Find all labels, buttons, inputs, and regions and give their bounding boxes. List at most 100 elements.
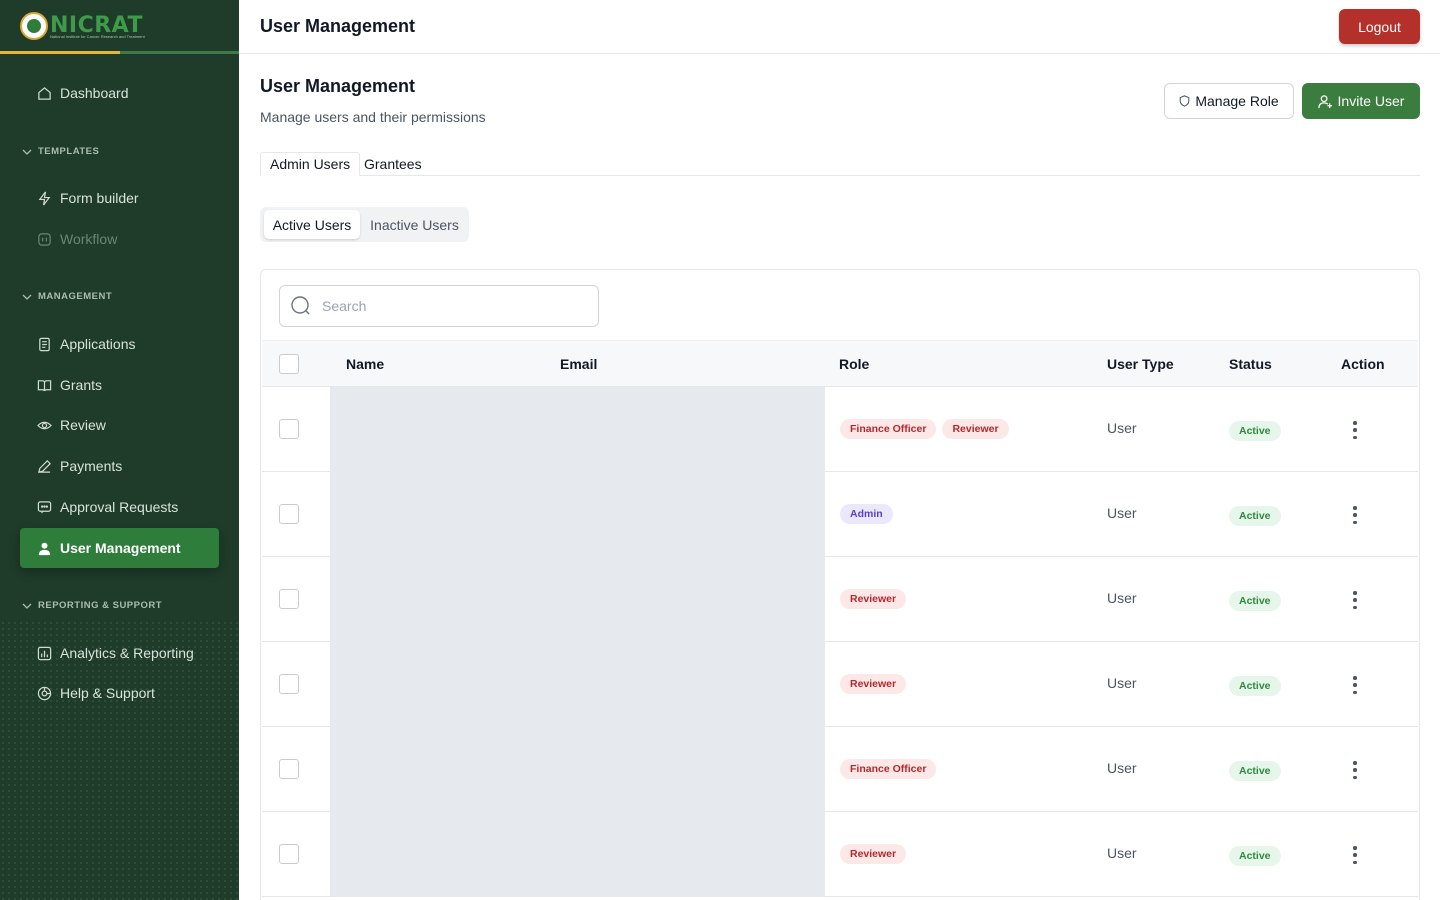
role-badge: Reviewer — [942, 419, 1009, 439]
user-icon — [36, 540, 52, 556]
page-subtitle: Manage users and their permissions — [260, 109, 486, 125]
status-badge: Active — [1229, 846, 1281, 866]
status-badge: Active — [1229, 591, 1281, 611]
status-badge: Active — [1229, 421, 1281, 441]
status-badge: Active — [1229, 676, 1281, 696]
row-actions-menu-icon[interactable] — [1347, 759, 1363, 781]
segment-active-users[interactable]: Active Users — [264, 210, 360, 239]
help-icon — [36, 685, 52, 701]
chevron-down-icon — [22, 149, 32, 155]
section-reporting[interactable]: REPORTING & SUPPORT — [22, 600, 162, 611]
role-badges: Reviewer — [840, 674, 907, 694]
table-row: Reviewer User Active — [262, 812, 1418, 897]
role-badge: Reviewer — [840, 589, 907, 609]
table-row: Reviewer User Active — [262, 642, 1418, 727]
tab-grantees[interactable]: Grantees — [355, 152, 431, 176]
search-input[interactable] — [322, 298, 582, 314]
sidebar-item-form-builder[interactable]: Form builder — [20, 178, 219, 218]
sidebar-item-workflow[interactable]: Workflow — [20, 219, 219, 259]
sidebar-item-payments[interactable]: Payments — [20, 446, 219, 486]
table-row: Admin User Active — [262, 472, 1418, 557]
status-badge: Active — [1229, 761, 1281, 781]
row-actions-menu-icon[interactable] — [1347, 674, 1363, 696]
sidebar-item-approval-requests[interactable]: Approval Requests — [20, 487, 219, 527]
column-status: Status — [1229, 356, 1272, 372]
redacted-name-email — [331, 557, 825, 642]
row-checkbox[interactable] — [279, 759, 299, 779]
row-checkbox-cell — [262, 472, 331, 557]
sidebar-item-label: Payments — [60, 458, 123, 474]
row-actions-menu-icon[interactable] — [1347, 844, 1363, 866]
user-type: User — [1107, 590, 1137, 606]
sidebar-item-review[interactable]: Review — [20, 405, 219, 445]
sidebar-item-label: Form builder — [60, 190, 139, 206]
row-checkbox-cell — [262, 557, 331, 642]
status-segmented-control: Active Users Inactive Users — [260, 207, 469, 242]
topbar-title: User Management — [260, 16, 416, 36]
role-badge: Admin — [840, 504, 893, 524]
row-checkbox[interactable] — [279, 589, 299, 609]
role-badges: Reviewer — [840, 844, 907, 864]
row-checkbox-cell — [262, 812, 331, 897]
sidebar-item-applications[interactable]: Applications — [20, 324, 219, 364]
role-badges: Finance Officer — [840, 759, 937, 779]
logo-emblem-icon — [20, 12, 48, 40]
tab-admin-users[interactable]: Admin Users — [260, 152, 361, 176]
section-templates[interactable]: TEMPLATES — [22, 146, 99, 157]
invite-user-button[interactable]: Invite User — [1302, 83, 1420, 119]
topbar: User Management Logout — [239, 0, 1440, 54]
column-role: Role — [839, 356, 870, 372]
table-row: Reviewer User Active — [262, 557, 1418, 642]
row-checkbox[interactable] — [279, 844, 299, 864]
manage-role-button[interactable]: Manage Role — [1164, 83, 1294, 119]
row-checkbox-cell — [262, 727, 331, 812]
logo[interactable]: NICRAT National Institute for Cancer Res… — [0, 0, 239, 54]
pen-icon — [36, 458, 52, 474]
row-actions-menu-icon[interactable] — [1347, 589, 1363, 611]
row-checkbox[interactable] — [279, 504, 299, 524]
chevron-down-icon — [22, 294, 32, 300]
redacted-name-email — [331, 812, 825, 897]
user-tabs: Admin Users Grantees — [260, 152, 1420, 176]
select-all-checkbox[interactable] — [279, 354, 299, 374]
sidebar-item-label: Approval Requests — [60, 499, 179, 515]
manage-role-label: Manage Role — [1195, 93, 1279, 109]
redacted-name-email — [331, 387, 825, 472]
table-row: Finance Officer Reviewer User Active — [262, 387, 1418, 472]
sidebar-item-label: Help & Support — [60, 685, 155, 701]
sidebar-item-grants[interactable]: Grants — [20, 365, 219, 405]
sidebar-item-analytics[interactable]: Analytics & Reporting — [20, 633, 219, 673]
role-badges: Reviewer — [840, 589, 907, 609]
sidebar-item-label: Dashboard — [60, 85, 129, 101]
logout-button[interactable]: Logout — [1339, 9, 1420, 44]
home-icon — [36, 85, 52, 101]
row-actions-menu-icon[interactable] — [1347, 419, 1363, 441]
role-badge: Finance Officer — [840, 419, 937, 439]
column-user-type: User Type — [1107, 356, 1174, 372]
search-box[interactable] — [279, 285, 599, 327]
users-table-card: Name Email Role User Type Status Action … — [260, 269, 1420, 900]
search-icon — [291, 296, 310, 315]
user-type: User — [1107, 845, 1137, 861]
user-type: User — [1107, 760, 1137, 776]
row-actions-menu-icon[interactable] — [1347, 504, 1363, 526]
workflow-icon — [36, 231, 52, 247]
role-badges: Admin — [840, 504, 893, 524]
sidebar-item-label: User Management — [60, 540, 181, 556]
sidebar-item-help-support[interactable]: Help & Support — [20, 673, 219, 713]
chart-icon — [36, 645, 52, 661]
section-label: REPORTING & SUPPORT — [38, 600, 163, 611]
sidebar-item-dashboard[interactable]: Dashboard — [20, 73, 219, 113]
section-management[interactable]: MANAGEMENT — [22, 291, 112, 302]
row-checkbox[interactable] — [279, 674, 299, 694]
sidebar-item-label: Grants — [60, 377, 103, 393]
column-action: Action — [1341, 356, 1385, 372]
row-checkbox[interactable] — [279, 419, 299, 439]
sidebar-item-user-management[interactable]: User Management — [20, 528, 219, 568]
sidebar-item-label: Applications — [60, 336, 136, 352]
redacted-name-email — [331, 472, 825, 557]
segment-inactive-users[interactable]: Inactive Users — [364, 210, 465, 239]
sidebar-item-label: Analytics & Reporting — [60, 645, 194, 661]
book-icon — [36, 377, 52, 393]
sidebar: NICRAT National Institute for Cancer Res… — [0, 0, 239, 900]
